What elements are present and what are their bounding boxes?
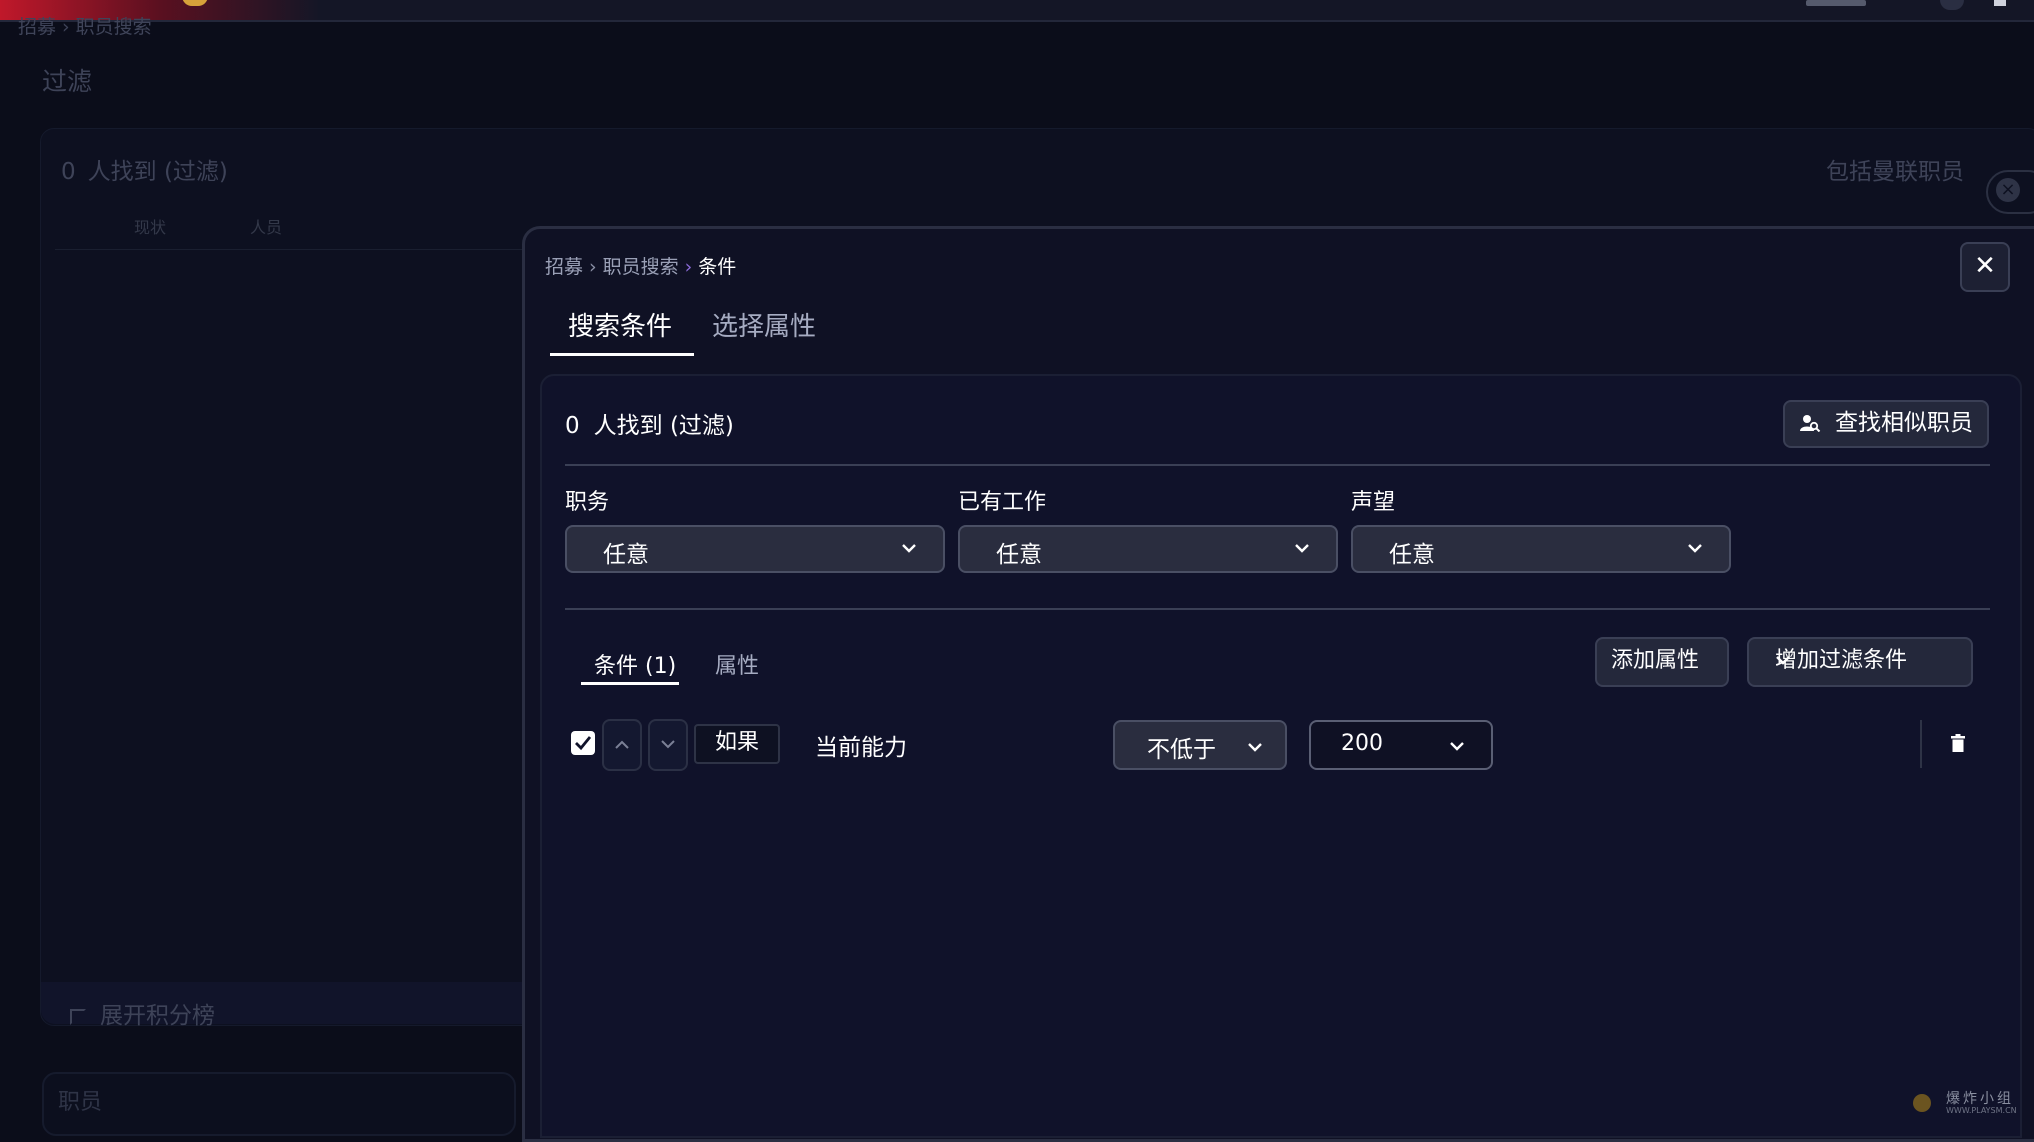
condition-operator-select[interactable]: 不低于 — [1113, 720, 1287, 770]
top-nav-item[interactable] — [1806, 0, 1866, 6]
tab-search-conditions[interactable]: 搜索条件 — [568, 306, 672, 343]
active-subtab-indicator — [581, 682, 679, 685]
filter-label-role: 职务 — [565, 490, 610, 515]
add-attribute-button[interactable]: 添加属性 — [1595, 637, 1729, 687]
role-select[interactable]: 任意 — [565, 525, 945, 573]
chevron-down-icon — [1687, 537, 1703, 558]
chevron-down-icon — [1449, 732, 1465, 757]
reputation-select[interactable]: 任意 — [1351, 525, 1731, 573]
tab-conditions[interactable]: 条件 (1) — [594, 648, 676, 680]
chevron-down-icon — [901, 537, 917, 558]
add-attribute-label: 添加属性 — [1611, 648, 1700, 673]
breadcrumb-item[interactable]: 招募 — [18, 16, 56, 38]
move-up-button[interactable] — [602, 719, 642, 771]
close-button[interactable]: ✕ — [1960, 242, 2010, 292]
expand-label: 展开积分榜 — [100, 1003, 215, 1029]
reputation-select-value: 任意 — [1389, 542, 1435, 568]
modal-breadcrumb: 招募 › 职员搜索 › 条件 — [545, 252, 736, 279]
chevron-down-icon — [1294, 537, 1310, 558]
watermark-subtext: WWW.PLAYSM.CN — [1946, 1106, 2017, 1115]
breadcrumb-item[interactable]: 职员搜索 — [76, 16, 152, 38]
condition-attribute: 当前能力 — [815, 735, 907, 761]
results-count-text: 人找到 (过滤) — [87, 159, 228, 185]
expand-icon — [70, 1008, 86, 1025]
top-nav-button[interactable] — [1940, 0, 1964, 10]
watermark-text: 爆炸小组 — [1946, 1091, 2014, 1107]
divider — [565, 608, 1990, 610]
results-count: 0 人找到 (过滤) — [565, 406, 734, 440]
move-down-button[interactable] — [648, 719, 688, 771]
tab-attributes[interactable]: 属性 — [715, 648, 759, 680]
watermark-logo-icon — [1913, 1094, 1931, 1112]
employed-select[interactable]: 任意 — [958, 525, 1338, 573]
expand-table-button[interactable]: 展开积分榜 — [70, 996, 215, 1030]
breadcrumb-item[interactable]: 职员搜索 — [603, 256, 679, 278]
tab-select-attributes[interactable]: 选择属性 — [712, 306, 816, 343]
filter-label-employed: 已有工作 — [958, 490, 1047, 515]
breadcrumb-separator-icon: › — [684, 256, 693, 278]
breadcrumb-item[interactable]: 招募 — [545, 256, 583, 278]
club-logo[interactable] — [182, 0, 208, 6]
chevron-down-icon — [1247, 732, 1263, 758]
chevron-up-icon — [615, 740, 629, 749]
column-header-status[interactable]: 现状 — [134, 214, 166, 238]
condition-value: 200 — [1341, 731, 1383, 756]
breadcrumb-separator-icon: › — [62, 16, 70, 38]
trash-icon[interactable] — [1951, 734, 1965, 752]
staff-panel — [42, 1072, 516, 1136]
close-icon: ✕ — [1974, 251, 1996, 281]
top-nav-icon[interactable] — [1994, 0, 2006, 6]
results-count: 0 人找到 (过滤) — [61, 152, 228, 186]
divider — [55, 249, 525, 250]
operator-value: 不低于 — [1147, 737, 1216, 763]
background-breadcrumb: 招募 › 职员搜索 — [18, 12, 152, 39]
filter-label-reputation: 声望 — [1351, 490, 1396, 515]
breadcrumb-separator-icon: › — [589, 256, 597, 278]
staff-panel-title: 职员 — [58, 1090, 103, 1115]
toggle-off-icon: × — [1996, 178, 2020, 202]
page-title: 过滤 — [42, 67, 93, 96]
check-icon — [575, 736, 592, 751]
results-count-text: 人找到 (过滤) — [593, 413, 734, 439]
include-staff-label: 包括曼联职员 — [1826, 159, 1964, 185]
condition-enabled-checkbox[interactable] — [571, 731, 595, 755]
top-bar — [0, 0, 2034, 22]
results-count-number: 0 — [565, 413, 580, 439]
chevron-down-icon — [1775, 655, 1945, 665]
condition-value-select[interactable]: 200 — [1309, 720, 1493, 770]
breadcrumb-current: 条件 — [698, 256, 737, 278]
divider — [565, 464, 1990, 466]
find-similar-label: 查找相似职员 — [1835, 410, 1973, 436]
role-select-value: 任意 — [603, 542, 649, 568]
column-header-person[interactable]: 人员 — [250, 214, 282, 238]
add-filter-button[interactable]: 增加过滤条件 — [1747, 637, 1973, 687]
divider — [1920, 720, 1922, 768]
employed-select-value: 任意 — [996, 542, 1042, 568]
chevron-down-icon — [661, 740, 675, 749]
results-count-number: 0 — [61, 159, 76, 185]
condition-if-label: 如果 — [694, 724, 780, 764]
active-tab-indicator — [550, 353, 694, 356]
find-similar-staff-button[interactable]: 查找相似职员 — [1783, 400, 1989, 448]
person-search-icon — [1800, 415, 1821, 432]
